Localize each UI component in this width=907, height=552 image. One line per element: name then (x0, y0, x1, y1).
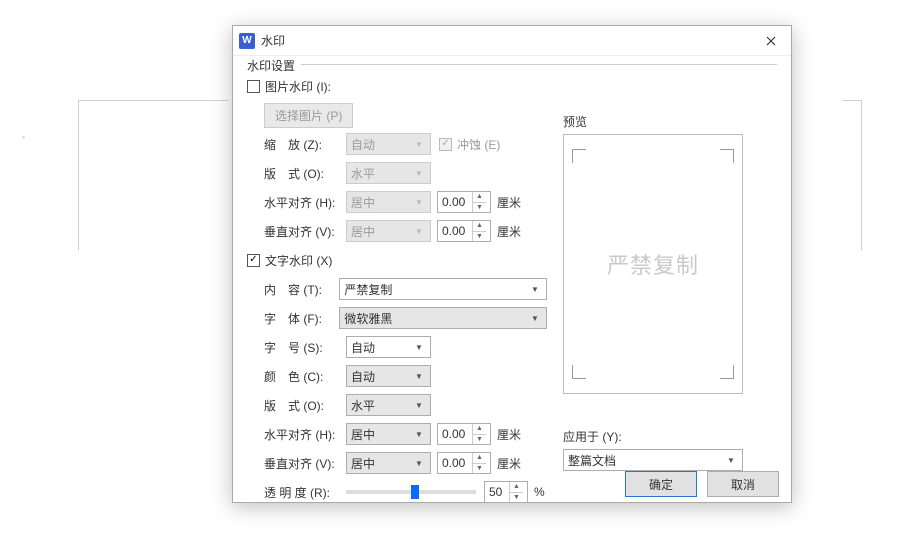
text-color-label: 颜 色 (C): (264, 368, 346, 385)
washout-checkbox[interactable] (439, 138, 452, 151)
apply-to-combo[interactable]: 整篇文档 (563, 449, 743, 471)
opacity-slider[interactable] (346, 490, 476, 494)
preview-watermark-text: 严禁复制 (607, 248, 699, 280)
titlebar: W 水印 (233, 26, 791, 56)
text-halign-combo[interactable]: 居中 (346, 423, 431, 445)
image-layout-label: 版 式 (O): (264, 165, 346, 182)
opacity-num[interactable]: 50▲▼ (484, 481, 528, 503)
doc-drag-handle: ⠿ (22, 135, 27, 140)
opacity-thumb[interactable] (411, 485, 419, 499)
text-valign-combo[interactable]: 居中 (346, 452, 431, 474)
text-layout-combo[interactable]: 水平 (346, 394, 431, 416)
preview-corner-br (720, 365, 734, 379)
fieldset-legend: 水印设置 (247, 57, 301, 74)
text-content-label: 内 容 (T): (264, 281, 339, 298)
close-icon (766, 36, 776, 46)
text-watermark-checkbox[interactable] (247, 254, 260, 267)
background-doc-right (842, 100, 862, 250)
text-halign-num[interactable]: 0.00▲▼ (437, 423, 491, 445)
preview-corner-tl (572, 149, 586, 163)
text-color-combo[interactable]: 自动 (346, 365, 431, 387)
image-scale-label: 缩 放 (Z): (264, 136, 346, 153)
preview-title: 预览 (563, 113, 777, 130)
image-scale-combo[interactable]: 自动 (346, 133, 431, 155)
background-doc-left (78, 100, 228, 250)
image-watermark-label: 图片水印 (I): (265, 78, 331, 95)
preview-corner-bl (572, 365, 586, 379)
text-size-label: 字 号 (S): (264, 339, 346, 356)
text-valign-num[interactable]: 0.00▲▼ (437, 452, 491, 474)
text-valign-label: 垂直对齐 (V): (264, 455, 346, 472)
text-font-combo[interactable]: 微软雅黑 (339, 307, 547, 329)
washout-label: 冲蚀 (E) (457, 136, 500, 153)
text-content-combo[interactable]: 严禁复制 (339, 278, 547, 300)
text-font-label: 字 体 (F): (264, 310, 339, 327)
text-size-combo[interactable]: 自动 (346, 336, 431, 358)
image-halign-unit: 厘米 (497, 194, 521, 211)
image-layout-combo[interactable]: 水平 (346, 162, 431, 184)
opacity-label: 透 明 度 (R): (264, 484, 346, 501)
apply-to-label: 应用于 (Y): (563, 428, 777, 445)
close-button[interactable] (751, 26, 791, 56)
preview-corner-tr (720, 149, 734, 163)
image-halign-label: 水平对齐 (H): (264, 194, 346, 211)
app-icon: W (239, 33, 255, 49)
opacity-unit: % (534, 485, 545, 499)
image-valign-unit: 厘米 (497, 223, 521, 240)
select-image-button[interactable]: 选择图片 (P) (264, 103, 353, 128)
text-halign-unit: 厘米 (497, 426, 521, 443)
watermark-dialog: W 水印 水印设置 图片水印 (I): 选择图片 (P) (232, 25, 792, 503)
image-watermark-checkbox[interactable] (247, 80, 260, 93)
image-halign-combo[interactable]: 居中 (346, 191, 431, 213)
text-valign-unit: 厘米 (497, 455, 521, 472)
image-valign-num[interactable]: 0.00▲▼ (437, 220, 491, 242)
settings-fieldset: 水印设置 图片水印 (I): 选择图片 (P) 缩 放 (Z): 自动 (247, 64, 777, 508)
image-valign-label: 垂直对齐 (V): (264, 223, 346, 240)
text-watermark-label: 文字水印 (X) (265, 252, 332, 269)
dialog-title: 水印 (261, 32, 751, 49)
preview-box: 严禁复制 (563, 134, 743, 394)
text-layout-label: 版 式 (O): (264, 397, 346, 414)
image-valign-combo[interactable]: 居中 (346, 220, 431, 242)
image-halign-num[interactable]: 0.00▲▼ (437, 191, 491, 213)
text-halign-label: 水平对齐 (H): (264, 426, 346, 443)
